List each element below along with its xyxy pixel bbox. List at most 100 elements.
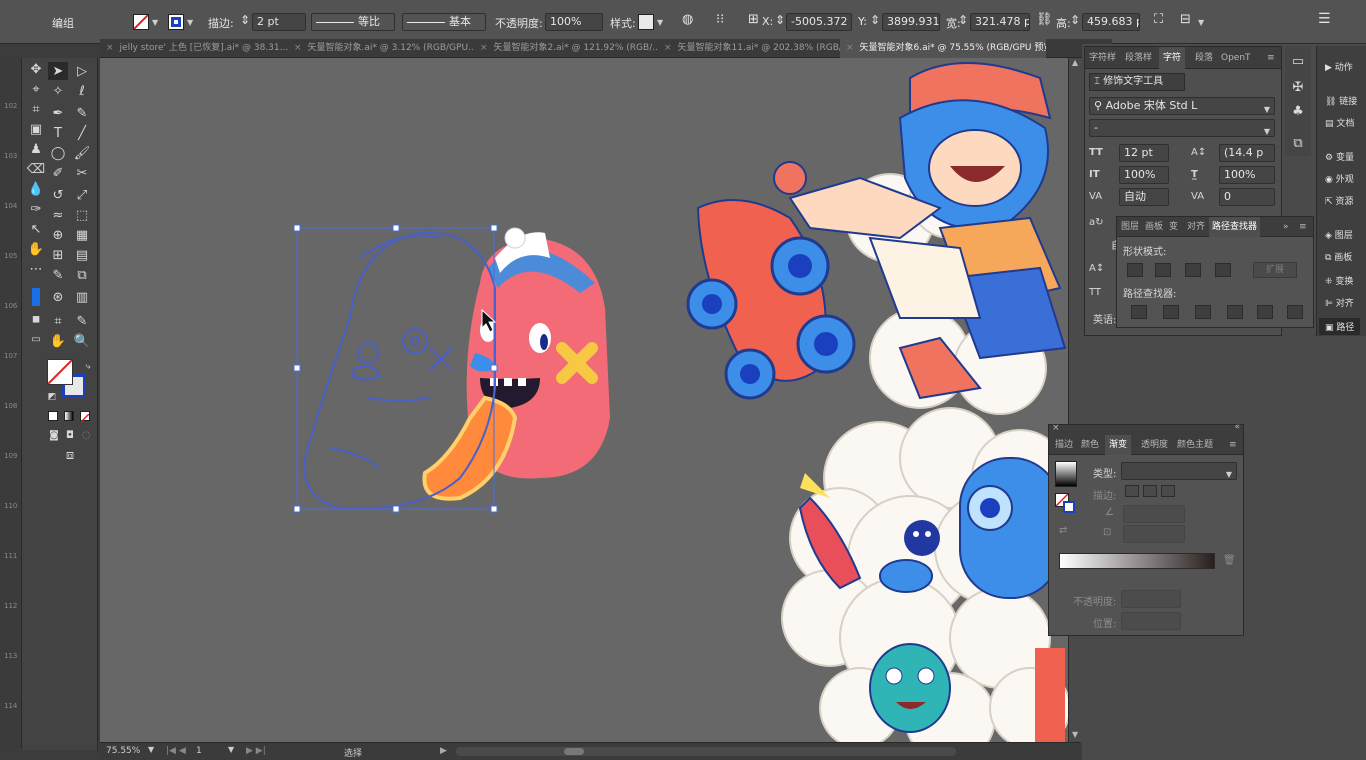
- angle-field[interactable]: [1123, 505, 1185, 523]
- close-icon[interactable]: ×: [106, 43, 114, 53]
- variable-width-profile[interactable]: 等比: [311, 13, 395, 31]
- stepper-icon[interactable]: ⇕: [775, 13, 785, 27]
- selection-tool-icon[interactable]: ➤: [48, 62, 68, 80]
- scissors-tool-icon[interactable]: ✂: [72, 164, 92, 182]
- type-tool-icon[interactable]: T: [48, 124, 68, 142]
- warp-tool-icon[interactable]: ≈: [48, 206, 68, 224]
- fill-swatch[interactable]: [133, 14, 149, 30]
- tab-artboards[interactable]: 画板: [1145, 217, 1163, 237]
- move-icon[interactable]: ✥: [26, 60, 46, 78]
- first-artboard-icon[interactable]: |◀ ◀: [166, 746, 186, 756]
- align-panel-button[interactable]: ⊫ 对齐: [1325, 296, 1354, 309]
- stroke-weight-field[interactable]: 2 pt: [252, 13, 306, 31]
- artboards-icon[interactable]: ⧉: [1288, 134, 1308, 152]
- magic-wand-tool-icon[interactable]: ✧: [48, 82, 68, 100]
- curvature-tool-icon[interactable]: ✎: [72, 104, 92, 122]
- perspective-grid-tool-icon[interactable]: ▦: [72, 226, 92, 244]
- slice-tool-icon[interactable]: ✎: [72, 312, 92, 330]
- merge-button[interactable]: [1195, 305, 1211, 319]
- scroll-thumb[interactable]: [564, 748, 584, 755]
- gradient-preview-swatch[interactable]: [1055, 461, 1077, 487]
- tab-para-styles[interactable]: 段落样: [1125, 47, 1152, 69]
- exclude-button[interactable]: [1215, 263, 1231, 277]
- width-field[interactable]: 321.478 p: [970, 13, 1030, 31]
- intersect-button[interactable]: [1185, 263, 1201, 277]
- close-panel-icon[interactable]: ▭: [1288, 52, 1308, 70]
- stamp-icon[interactable]: ♟: [26, 140, 46, 158]
- unite-button[interactable]: [1127, 263, 1143, 277]
- rotate-tool-icon[interactable]: ↺: [48, 186, 68, 204]
- artboard-canvas[interactable]: [100, 58, 1068, 742]
- align-grid-icon[interactable]: ⁝⁝: [716, 12, 724, 27]
- shape-builder-tool-icon[interactable]: ⊕: [48, 226, 68, 244]
- leading-field[interactable]: (14.4 p: [1219, 144, 1275, 162]
- line-tool-icon[interactable]: ╱: [72, 124, 92, 142]
- appearance-panel-button[interactable]: ◉ 外观: [1325, 172, 1354, 185]
- tab-color[interactable]: 颜色: [1081, 435, 1099, 455]
- symbol-sprayer-tool-icon[interactable]: ⊛: [48, 288, 68, 306]
- artboard-number[interactable]: 1: [196, 746, 202, 756]
- tab-stroke[interactable]: 描边: [1055, 435, 1073, 455]
- tab-pathfinder[interactable]: 路径查找器: [1209, 217, 1261, 237]
- none-mode-icon[interactable]: [80, 411, 90, 423]
- minus-back-button[interactable]: [1287, 305, 1303, 319]
- draw-inside-icon[interactable]: ◌: [76, 426, 96, 444]
- color-mode-icon[interactable]: [48, 411, 58, 421]
- hand-small-icon[interactable]: ✋: [26, 240, 46, 258]
- tab-opentype[interactable]: OpenT: [1221, 47, 1251, 69]
- tab-align[interactable]: 对齐: [1187, 217, 1205, 237]
- fill-color-box[interactable]: [47, 359, 73, 385]
- isolate-icon[interactable]: ⊟: [1180, 12, 1191, 27]
- vertical-scrollbar[interactable]: ▲ ▼: [1068, 58, 1082, 742]
- crop-icon[interactable]: ⌗: [26, 100, 46, 118]
- assets-panel-button[interactable]: ⇱ 资源: [1325, 194, 1353, 207]
- chevron-down-icon[interactable]: ▼: [152, 18, 158, 27]
- tab-document-3[interactable]: × 矢量智能对象2.ai* @ 121.92% (RGB/...: [474, 39, 658, 58]
- tab-document-2[interactable]: × 矢量智能对象.ai* @ 3.12% (RGB/GPU...: [288, 39, 474, 58]
- direct-selection-tool-icon[interactable]: ▷: [72, 62, 92, 80]
- tab-color-themes[interactable]: 颜色主题: [1177, 435, 1213, 455]
- swap-fill-stroke-icon[interactable]: ⤷: [78, 358, 98, 376]
- link-icon[interactable]: ⛓: [1036, 12, 1053, 27]
- panel-menu-icon[interactable]: ≡: [1229, 435, 1237, 455]
- collapse-icon[interactable]: «: [1234, 422, 1240, 432]
- close-icon[interactable]: ×: [664, 43, 672, 53]
- gradient-slider[interactable]: [1059, 553, 1215, 569]
- tab-transform[interactable]: 变: [1169, 217, 1178, 237]
- gradient-type-select[interactable]: ▼: [1121, 462, 1237, 480]
- chevron-down-icon[interactable]: ▼: [228, 745, 234, 754]
- font-size-field[interactable]: 12 pt: [1119, 144, 1169, 162]
- divide-button[interactable]: [1131, 305, 1147, 319]
- stroke-across-button[interactable]: [1161, 485, 1175, 497]
- brush-definition[interactable]: 基本: [402, 13, 486, 31]
- column-graph-tool-icon[interactable]: ▥: [72, 288, 92, 306]
- aspect-ratio-field[interactable]: [1123, 525, 1185, 543]
- tracking-field[interactable]: 0: [1219, 188, 1275, 206]
- pen-small-icon[interactable]: ✑: [26, 200, 46, 218]
- close-icon[interactable]: ×: [294, 43, 302, 53]
- horizontal-scale-field[interactable]: 100%: [1219, 166, 1275, 184]
- close-icon[interactable]: ×: [480, 43, 488, 53]
- transform-panel-button[interactable]: ⁜ 变换: [1325, 274, 1353, 287]
- stroke-along-button[interactable]: [1143, 485, 1157, 497]
- scroll-down-icon[interactable]: ▼: [1072, 730, 1078, 739]
- graphic-style-swatch[interactable]: [638, 14, 654, 30]
- minus-front-button[interactable]: [1155, 263, 1171, 277]
- collapse-icon[interactable]: »: [1283, 217, 1289, 237]
- tab-character[interactable]: 字符: [1159, 47, 1186, 69]
- recolor-artwork-icon[interactable]: ◍: [682, 12, 693, 27]
- eyedropper-tool-icon[interactable]: ✎: [48, 266, 68, 284]
- ellipse-tool-icon[interactable]: ◯: [48, 144, 68, 162]
- stroke-swatch[interactable]: [168, 14, 184, 30]
- font-family-field[interactable]: ⚲ Adobe 宋体 Std L ▼: [1089, 97, 1275, 115]
- horizontal-scrollbar[interactable]: [456, 747, 956, 756]
- lasso-tool-icon[interactable]: ℓ: [72, 82, 92, 100]
- pen-tool-icon[interactable]: ✒: [48, 104, 68, 122]
- vertical-scale-field[interactable]: 100%: [1119, 166, 1169, 184]
- tab-transparency[interactable]: 透明度: [1141, 435, 1168, 455]
- zoom-level[interactable]: 75.55%: [106, 746, 140, 756]
- artboards-panel-button[interactable]: ⧉ 画板: [1325, 250, 1352, 263]
- expand-button[interactable]: 扩展: [1253, 262, 1297, 278]
- y-field[interactable]: 3899.931: [882, 13, 940, 31]
- status-menu-icon[interactable]: ▶: [440, 746, 447, 756]
